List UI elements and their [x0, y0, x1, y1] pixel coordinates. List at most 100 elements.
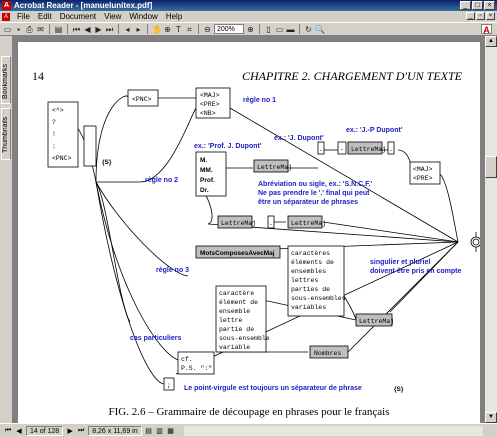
close-button[interactable]: × [484, 1, 495, 10]
caracteres-item-1: éléments de [291, 259, 334, 266]
doc-minimize-button[interactable]: _ [466, 12, 475, 20]
next-page-icon[interactable]: ▶ [94, 25, 103, 34]
last-page-icon[interactable]: ⏭ [77, 427, 85, 435]
caracteres-item-5: sous-ensembles [291, 295, 346, 302]
figure-caption: FIG. 2.6 – Grammaire de découpage en phr… [108, 406, 390, 418]
go-back-icon[interactable]: ◂ [123, 25, 132, 34]
open-icon[interactable]: ▭ [3, 25, 12, 34]
dot-label-1: . [319, 146, 323, 153]
last-page-icon[interactable]: ⏭ [105, 25, 114, 34]
go-forward-icon[interactable]: ▸ [134, 25, 143, 34]
text-select-icon[interactable]: T [174, 25, 183, 34]
print-icon[interactable]: ⎙ [25, 25, 34, 34]
lettremaj-label-4: LettreMaj [291, 220, 326, 227]
acrobat-logo-icon[interactable]: A [481, 24, 492, 35]
doc-restore-button[interactable]: ▫ [476, 12, 485, 20]
acrobat-app-icon[interactable]: A [2, 1, 11, 10]
horizontal-scrollbar[interactable] [183, 425, 483, 436]
fit-page-icon[interactable]: ▭ [275, 25, 284, 34]
abbreviation-note-line-0: Abréviation ou sigle, ex.: 'S.N.C.F.' [258, 181, 373, 188]
init-item-4: <PNC> [52, 155, 72, 162]
menu-document[interactable]: Document [56, 11, 100, 22]
menu-help[interactable]: Help [162, 11, 186, 22]
first-page-icon[interactable]: ⏮ [4, 427, 12, 435]
caracteres-item-4: parties de [291, 286, 330, 293]
save-icon[interactable]: ▪ [14, 25, 23, 34]
rule-2-note: règle no 2 [145, 177, 178, 184]
layout-icon[interactable]: ▤ [145, 427, 153, 435]
lettremaj-label-5: LettreMaj [359, 318, 394, 325]
scroll-down-icon[interactable]: ▼ [485, 412, 497, 423]
abbreviation-note-line-1: Ne pas prendre le '.' final qui peut [258, 190, 370, 197]
graphics-select-icon[interactable]: ⌗ [185, 25, 194, 34]
lettremaj-label-3: LettreMaj [221, 220, 256, 227]
semicolon-label: ; [167, 382, 171, 389]
title-bar: A Acrobat Reader - [manuelunitex.pdf] _ … [0, 0, 497, 11]
sentence-marker-label-2: {S} [394, 386, 404, 393]
pnc-label: <PNC> [132, 96, 152, 103]
minimize-button[interactable]: _ [460, 1, 471, 10]
maj-item-2: <NB> [200, 110, 216, 117]
init-item-3: : [52, 143, 56, 150]
toolbar-separator [299, 24, 300, 34]
layout-facing-icon[interactable]: ▦ [167, 427, 175, 435]
abbrev-item-1: MM. [200, 167, 213, 174]
scroll-up-icon[interactable]: ▲ [485, 36, 497, 47]
hand-tool-icon[interactable]: ✋ [152, 25, 162, 34]
previous-page-icon[interactable]: ◀ [83, 25, 92, 34]
window-title: Acrobat Reader - [manuelunitex.pdf] [14, 1, 153, 10]
tab-bookmarks[interactable]: Bookmarks [1, 56, 11, 104]
layout-continuous-icon[interactable]: ▥ [156, 427, 164, 435]
dot-label-3: . [269, 220, 273, 227]
pdf-page: 14 CHAPITRE 2. CHARGEMENT D'UN TEXTE <^>… [18, 42, 480, 423]
menu-view[interactable]: View [100, 11, 125, 22]
rule-3-note: règle no 3 [156, 267, 189, 274]
grammar-diagram: <^> ? ! : <PNC> {S} <PNC> <MAJ> <PRE> <N… [47, 87, 480, 393]
page-size-field: 8,26 x 11,69 in [88, 425, 142, 436]
document-view[interactable]: 14 CHAPITRE 2. CHARGEMENT D'UN TEXTE <^>… [13, 36, 485, 423]
menu-edit[interactable]: Edit [34, 11, 56, 22]
email-icon[interactable]: ✉ [36, 25, 45, 34]
menu-window[interactable]: Window [125, 11, 161, 22]
tab-thumbnails[interactable]: Thumbnails [1, 108, 11, 160]
singulier-note-line-0: singulier et pluriel [370, 259, 430, 266]
zoom-out-icon[interactable]: ⊖ [203, 25, 212, 34]
document-icon[interactable]: A [2, 12, 10, 21]
show-navigation-icon[interactable]: ▤ [54, 25, 63, 34]
zoom-field[interactable]: 200% [214, 24, 244, 34]
maj-item-1: <PRE> [200, 101, 220, 108]
next-page-icon[interactable]: ▶ [66, 427, 74, 435]
tab-thumbnails-label: Thumbnails [2, 116, 9, 154]
rule-1-note: règle no 1 [243, 97, 276, 104]
toolbar: ▭ ▪ ⎙ ✉ ▤ ⏮ ◀ ▶ ⏭ ◂ ▸ ✋ ⊕ T ⌗ ⊖ 200% ⊕ ▯… [0, 22, 497, 36]
actual-size-icon[interactable]: ▯ [264, 25, 273, 34]
toolbar-separator [147, 24, 148, 34]
singulier-note-line-1: doivent être pris en compte [370, 268, 462, 275]
caractere-item-3: lettre [219, 317, 243, 324]
caractere-item-0: caractère [219, 290, 254, 297]
toolbar-separator [118, 24, 119, 34]
abbrev-item-3: Dr. [200, 187, 209, 194]
vertical-scrollbar[interactable]: ▲ ▼ [485, 36, 497, 423]
init-item-0: <^> [52, 106, 64, 114]
motscomposes-label: MotsComposesAvecMaj [200, 250, 275, 257]
first-page-icon[interactable]: ⏮ [72, 25, 81, 34]
fit-width-icon[interactable]: ▬ [286, 25, 295, 34]
zoom-tool-icon[interactable]: ⊕ [163, 25, 172, 34]
caractere-item-6: variable [219, 344, 250, 351]
previous-page-icon[interactable]: ◀ [15, 427, 23, 435]
menu-bar: A File Edit Document View Window Help _ … [0, 11, 497, 22]
init-item-1: ? [52, 119, 56, 126]
find-icon[interactable]: 🔍 [315, 25, 325, 34]
maximize-button[interactable]: □ [472, 1, 483, 10]
nombres-label: Nombres [314, 350, 341, 357]
zoom-in-icon[interactable]: ⊕ [246, 25, 255, 34]
doc-close-button[interactable]: × [486, 12, 495, 20]
rotate-icon[interactable]: ↻ [304, 25, 313, 34]
page-number-field[interactable]: 14 of 128 [26, 425, 64, 436]
caractere-item-4: partie de [219, 326, 254, 333]
caracteres-item-3: lettres [291, 277, 318, 284]
menu-file[interactable]: File [13, 11, 34, 22]
scroll-thumb[interactable] [485, 156, 497, 178]
document-window-controls: _ ▫ × [466, 12, 495, 20]
